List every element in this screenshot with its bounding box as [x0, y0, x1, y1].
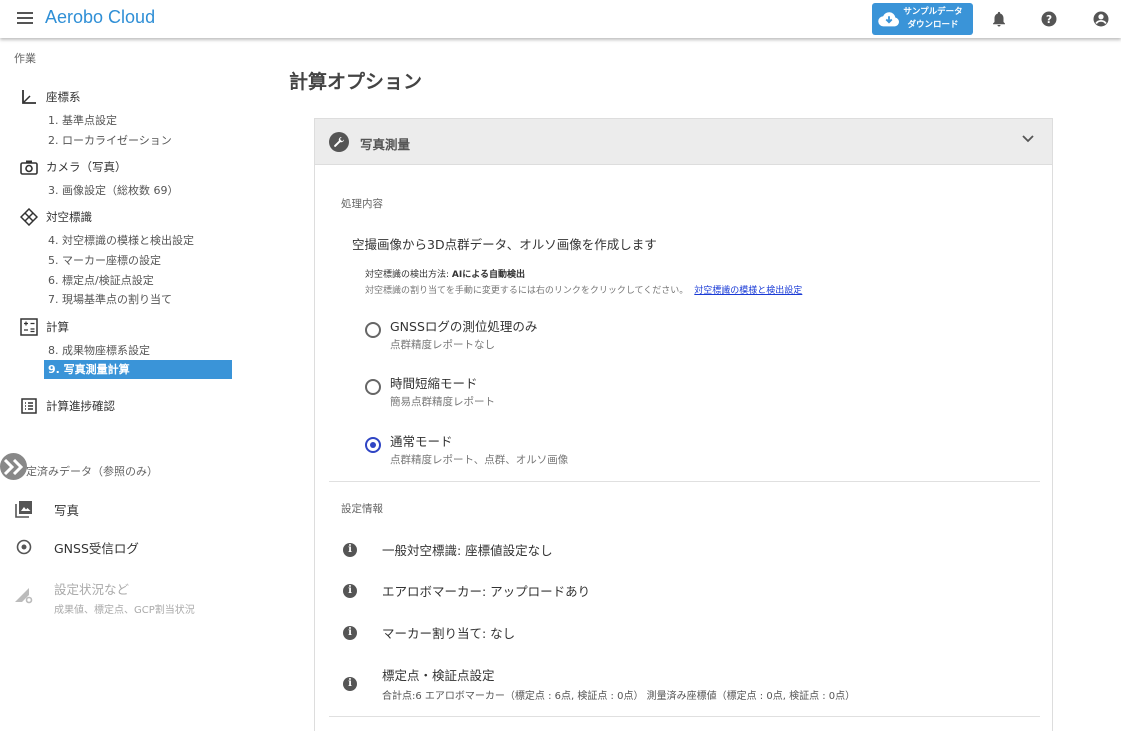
svg-text:?: ? — [1046, 14, 1052, 26]
info-icon: i — [343, 625, 357, 640]
info-icon: i — [343, 583, 357, 598]
marker-settings-link[interactable]: 対空標識の模様と検出設定 — [694, 286, 802, 296]
panel-title: 写真測量 — [360, 137, 411, 152]
nav-item-photogrammetry[interactable]: 9. 写真測量計算 — [44, 360, 232, 379]
divider — [329, 481, 1040, 482]
radio-button-selected[interactable] — [365, 437, 381, 453]
cloud-download-icon — [878, 12, 899, 27]
settings-label: 設定情報 — [341, 503, 383, 515]
list-icon — [20, 397, 38, 415]
nav-item-photos[interactable]: 写真 — [14, 499, 79, 519]
nav-group-camera[interactable]: カメラ（写真） — [20, 158, 127, 176]
nav-item-base-point[interactable]: 1. 基準点設定 — [44, 111, 117, 130]
nav-group-label: 計算 — [46, 320, 69, 334]
option-subtitle: 簡易点群精度レポート — [390, 396, 495, 408]
target-marker-icon — [20, 208, 38, 226]
nav-item-settings-status: 設定状況など 成果値、標定点、GCP割当状況 — [14, 579, 195, 616]
info-text: 標定点・検証点設定 — [382, 668, 495, 683]
detect-note: 対空標識の割り当てを手動に変更するには右のリンクをクリックしてください。 対空標識… — [365, 283, 802, 296]
panel-header[interactable]: 写真測量 — [315, 119, 1052, 165]
chevron-down-icon[interactable] — [1022, 134, 1034, 144]
nav-group-label: 座標系 — [46, 90, 81, 104]
info-row: i 一般対空標識: 座標値設定なし — [343, 540, 553, 559]
detect-method: 対空標識の検出方法: AIによる自動検出 — [365, 267, 525, 280]
option-subtitle: 点群精度レポート、点群、オルソ画像 — [390, 454, 569, 466]
double-chevron-icon — [3, 458, 23, 475]
option-title: 通常モード — [390, 434, 453, 449]
nav-item-label: 設定状況など — [54, 582, 130, 597]
nav-item-image-settings[interactable]: 3. 画像設定（総枚数 69） — [44, 181, 179, 200]
nav-group-progress[interactable]: 計算進捗確認 — [20, 397, 115, 415]
image-icon — [14, 499, 34, 519]
nav-group-label: 対空標識 — [46, 210, 92, 224]
page-title: 計算オプション — [289, 71, 423, 93]
sample-download-button[interactable]: サンプルデータ ダウンロード — [872, 3, 973, 35]
nav-group-calc[interactable]: 計算 — [20, 318, 69, 336]
info-row: i マーカー割り当て: なし — [343, 623, 515, 642]
app-header: Aerobo Cloud サンプルデータ ダウンロード ? — [0, 0, 1121, 38]
option-fast-mode[interactable]: 時間短縮モード 簡易点群精度レポート — [365, 373, 495, 409]
radio-button[interactable] — [365, 379, 381, 395]
nav-item-sublabel: 成果値、標定点、GCP割当状況 — [54, 605, 195, 616]
process-label: 処理内容 — [341, 198, 383, 210]
axis-icon — [20, 88, 38, 106]
section-work-label: 作業 — [14, 52, 36, 65]
nav-item-label: GNSS受信ログ — [54, 540, 139, 556]
option-normal-mode[interactable]: 通常モード 点群精度レポート、点群、オルソ画像 — [365, 431, 568, 467]
nav-item-label: 写真 — [54, 502, 80, 518]
option-title: GNSSログの測位処理のみ — [390, 319, 538, 334]
account-icon[interactable] — [1092, 10, 1110, 28]
process-description: 空撮画像から3D点群データ、オルソ画像を作成します — [352, 237, 657, 252]
nav-item-localization[interactable]: 2. ローカライゼーション — [44, 131, 172, 150]
bell-icon[interactable] — [990, 10, 1008, 28]
camera-icon — [20, 158, 38, 176]
section-data-label: 定済みデータ（参照のみ） — [26, 465, 158, 478]
detect-method-value: AIによる自動検出 — [451, 270, 525, 280]
nav-item-gnss-log[interactable]: GNSS受信ログ — [14, 537, 139, 557]
option-gnss-only[interactable]: GNSSログの測位処理のみ 点群精度レポートなし — [365, 316, 537, 352]
help-icon[interactable]: ? — [1040, 10, 1058, 28]
nav-item-output-coord[interactable]: 8. 成果物座標系設定 — [44, 341, 150, 360]
collapse-sidebar-button[interactable] — [0, 453, 27, 480]
detect-note-text: 対空標識の割り当てを手動に変更するには右のリンクをクリックしてください。 — [365, 286, 689, 296]
nav-item-marker-coords[interactable]: 5. マーカー座標の設定 — [44, 251, 161, 270]
gps-icon — [14, 537, 34, 557]
divider — [329, 716, 1040, 717]
nav-item-site-point[interactable]: 7. 現場基準点の割り当て — [44, 290, 172, 309]
info-icon: i — [343, 542, 357, 557]
nav-item-marker-pattern[interactable]: 4. 対空標識の模様と検出設定 — [44, 231, 194, 250]
option-subtitle: 点群精度レポートなし — [390, 339, 495, 351]
radio-button[interactable] — [365, 322, 381, 338]
info-text: 一般対空標識: 座標値設定なし — [382, 543, 553, 558]
info-subtext: 合計点:6 エアロボマーカー（標定点 : 6点, 検証点 : 0点） 測量済み座… — [382, 691, 856, 702]
wrench-icon — [329, 132, 349, 152]
nav-group-coord[interactable]: 座標系 — [20, 88, 81, 106]
info-text: エアロボマーカー: アップロードあり — [382, 584, 591, 599]
nav-item-gcp-settings[interactable]: 6. 標定点/検証点設定 — [44, 271, 154, 290]
menu-icon[interactable] — [17, 12, 33, 26]
detect-method-label: 対空標識の検出方法: — [365, 270, 452, 280]
nav-group-marker[interactable]: 対空標識 — [20, 208, 92, 226]
app-title[interactable]: Aerobo Cloud — [45, 7, 155, 28]
calculator-icon — [20, 318, 38, 336]
info-row: i エアロボマーカー: アップロードあり — [343, 581, 590, 600]
info-icon: i — [343, 676, 357, 691]
download-label-1: サンプルデータ — [903, 7, 963, 17]
option-title: 時間短縮モード — [390, 376, 478, 391]
info-text: マーカー割り当て: なし — [382, 626, 516, 641]
photogrammetry-panel: 写真測量 処理内容 空撮画像から3D点群データ、オルソ画像を作成します 対空標識… — [314, 118, 1053, 731]
nav-group-label: カメラ（写真） — [46, 160, 127, 174]
sidebar: 作業 座標系 1. 基準点設定 2. ローカライゼーション カメラ（写真） 3.… — [0, 38, 245, 731]
download-label-2: ダウンロード — [907, 20, 959, 30]
nav-group-label: 計算進捗確認 — [46, 399, 115, 413]
info-row: i 標定点・検証点設定 合計点:6 エアロボマーカー（標定点 : 6点, 検証点… — [343, 665, 855, 702]
signal-settings-icon — [14, 585, 34, 605]
